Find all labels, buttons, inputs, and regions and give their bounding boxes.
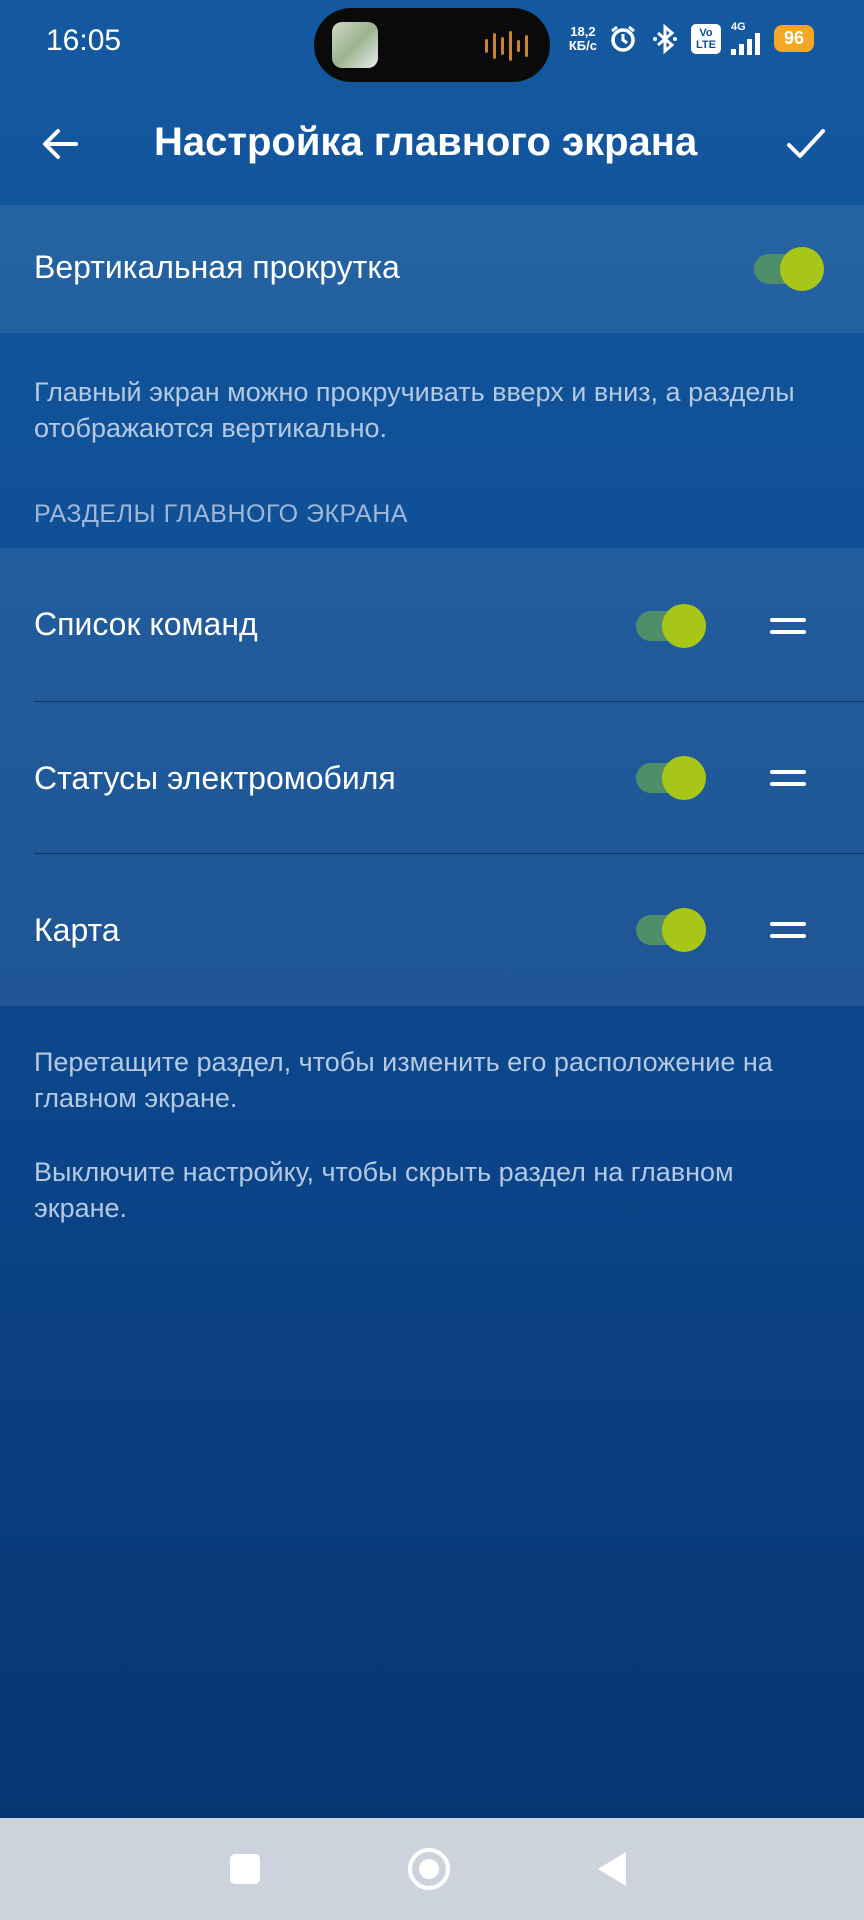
drag-hint: Перетащите раздел, чтобы изменить его ра… <box>34 1047 773 1113</box>
checkmark-icon <box>787 129 825 158</box>
section-item-teams-toggle[interactable] <box>636 604 706 648</box>
drag-handle-icon[interactable] <box>768 606 808 646</box>
volte-icon: Vo LTE <box>691 23 721 54</box>
dynamic-island[interactable] <box>314 8 550 82</box>
section-item-teams-label: Список команд <box>34 606 258 642</box>
home-button[interactable] <box>408 1848 450 1890</box>
divider <box>34 701 864 702</box>
recent-apps-button[interactable] <box>230 1854 260 1884</box>
cell-signal-icon: 4G <box>730 22 760 55</box>
app-bar: Настройка главного экрана <box>0 90 864 200</box>
alarm-icon <box>607 23 639 55</box>
network-speed: 18,2 КБ/с <box>568 23 597 53</box>
save-button[interactable] <box>776 114 836 174</box>
battery-indicator: 96 <box>773 25 814 52</box>
section-item-map-label: Карта <box>34 912 120 948</box>
sections-list: Список команд Статусы электромобиля Карт… <box>0 548 864 1006</box>
sections-header: РАЗДЕЛЫ ГЛАВНОГО ЭКРАНА <box>34 500 408 528</box>
section-item-ev-status-toggle[interactable] <box>636 756 706 800</box>
section-item-map-toggle[interactable] <box>636 908 706 952</box>
bluetooth-icon <box>649 23 681 55</box>
vertical-scroll-toggle[interactable] <box>754 247 824 291</box>
media-thumbnail <box>332 22 378 68</box>
audio-wave-icon <box>485 30 528 62</box>
section-item-ev-status-label: Статусы электромобиля <box>34 760 396 796</box>
divider <box>34 853 864 854</box>
vertical-scroll-description: Главный экран можно прокручивать вверх и… <box>34 377 795 443</box>
vertical-scroll-row[interactable]: Вертикальная прокрутка <box>0 205 864 333</box>
hide-hint: Выключите настройку, чтобы скрыть раздел… <box>34 1157 734 1223</box>
drag-handle-icon[interactable] <box>768 758 808 798</box>
page-title: Настройка главного экрана <box>154 120 698 164</box>
status-time: 16:05 <box>46 24 122 57</box>
system-back-button[interactable] <box>598 1852 626 1886</box>
drag-handle-icon[interactable] <box>768 910 808 950</box>
arrow-left-icon <box>43 129 78 159</box>
system-nav-bar <box>0 1818 864 1920</box>
status-bar: 16:05 18,2 КБ/с Vo LTE 4G 96 <box>0 0 864 90</box>
status-icons: 18,2 КБ/с Vo LTE 4G 96 <box>569 22 814 55</box>
vertical-scroll-label: Вертикальная прокрутка <box>34 249 400 285</box>
back-button[interactable] <box>30 114 90 174</box>
